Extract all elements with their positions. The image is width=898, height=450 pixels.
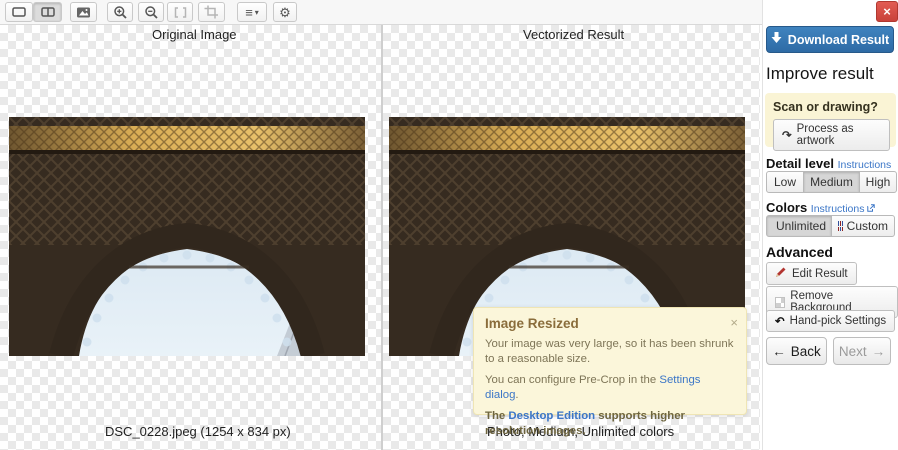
image-resized-notification: Image Resized × Your image was very larg… xyxy=(473,307,747,437)
zoom-fit-button[interactable] xyxy=(167,2,193,22)
original-panel-title: Original Image xyxy=(152,27,237,42)
back-button[interactable]: ← Back xyxy=(766,337,827,365)
notification-line3: The Desktop Edition supports higher reso… xyxy=(485,410,685,438)
download-icon xyxy=(771,32,782,47)
gear-icon: ⚙ xyxy=(279,4,291,20)
detail-level-group: Low Medium High xyxy=(766,171,897,193)
notification-line2: You can configure Pre-Crop in the Settin… xyxy=(485,374,701,402)
colors-label: Colors Instructions xyxy=(766,200,876,215)
transparency-checker-icon xyxy=(775,296,786,308)
detail-medium-button[interactable]: Medium xyxy=(803,171,860,193)
app-window: ≡ ▾ ⚙ Original Image Vectorized Result D… xyxy=(0,0,898,450)
notification-title: Image Resized xyxy=(485,316,579,331)
colors-custom-button[interactable]: Custom xyxy=(831,215,895,237)
notification-close-icon[interactable]: × xyxy=(730,315,738,330)
external-link-icon xyxy=(867,204,876,212)
desktop-edition-link[interactable]: Desktop Edition xyxy=(508,410,595,422)
zoom-in-icon xyxy=(113,5,128,20)
detail-high-button[interactable]: High xyxy=(859,171,897,193)
fit-brackets-icon xyxy=(173,6,188,19)
single-view-button[interactable] xyxy=(5,2,33,22)
list-icon: ≡ xyxy=(245,4,253,20)
crop-icon xyxy=(204,5,219,19)
toolbar: ≡ ▾ ⚙ xyxy=(0,0,762,25)
download-result-button[interactable]: Download Result xyxy=(766,26,894,53)
color-grid-icon xyxy=(838,221,843,231)
zoom-out-button[interactable] xyxy=(138,2,164,22)
detail-low-button[interactable]: Low xyxy=(766,171,804,193)
sidebar: × Download Result Improve result Scan or… xyxy=(762,0,898,450)
colors-group: Unlimited Custom xyxy=(766,215,895,237)
split-view-button[interactable] xyxy=(33,2,62,22)
pencil-icon xyxy=(775,266,787,281)
colors-unlimited-button[interactable]: Unlimited xyxy=(766,215,832,237)
colors-instructions-link[interactable]: Instructions xyxy=(811,203,876,215)
arrow-right-icon: → xyxy=(871,343,886,359)
vectorized-panel-title: Vectorized Result xyxy=(523,27,625,42)
crop-button[interactable] xyxy=(198,2,225,22)
image-icon xyxy=(76,6,91,19)
arrow-left-icon: ← xyxy=(772,343,786,359)
advanced-heading: Advanced xyxy=(766,244,833,260)
next-button[interactable]: Next → xyxy=(833,337,891,365)
zoom-out-icon xyxy=(144,5,159,20)
close-icon: × xyxy=(883,4,891,19)
curved-arrow-icon: ↷ xyxy=(782,130,792,142)
improve-result-heading: Improve result xyxy=(766,64,874,83)
scan-or-drawing-box: Scan or drawing? ↷ Process as artwork xyxy=(765,93,896,151)
settings-button[interactable]: ⚙ xyxy=(273,2,297,22)
notification-line1: Your image was very large, so it has bee… xyxy=(485,338,734,366)
scan-question: Scan or drawing? xyxy=(773,100,878,114)
caret-down-icon: ▾ xyxy=(254,7,259,17)
handpick-settings-button[interactable]: ↶ Hand-pick Settings xyxy=(766,310,896,332)
single-view-icon xyxy=(11,5,27,19)
original-file-info: DSC_0228.jpeg (1254 x 834 px) xyxy=(105,424,291,439)
edit-result-button[interactable]: Edit Result xyxy=(766,262,857,285)
close-button[interactable]: × xyxy=(876,1,898,22)
process-as-artwork-button[interactable]: ↷ Process as artwork xyxy=(773,119,890,151)
view-options-button[interactable]: ≡ ▾ xyxy=(237,2,267,22)
zoom-in-button[interactable] xyxy=(107,2,133,22)
split-view-icon xyxy=(40,5,56,19)
image-view-button[interactable] xyxy=(70,2,97,22)
original-image xyxy=(9,117,365,356)
undo-arrow-icon: ↶ xyxy=(775,316,785,328)
